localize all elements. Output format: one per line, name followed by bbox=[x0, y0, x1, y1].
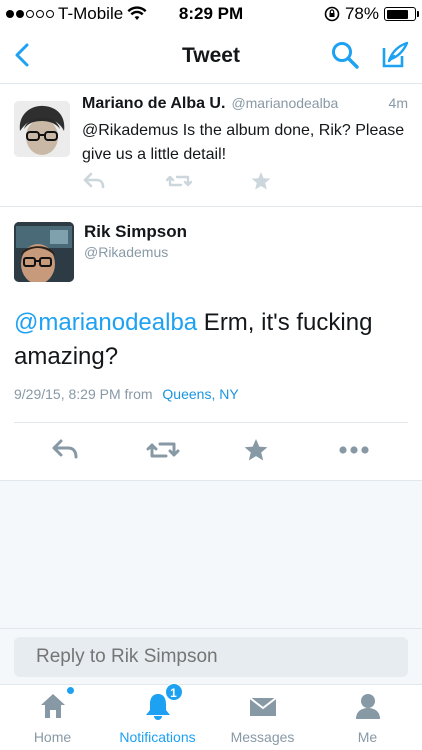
tweet-text: @marianodealba Erm, it's fucking amazing… bbox=[14, 306, 408, 374]
reply-icon[interactable] bbox=[82, 171, 106, 191]
search-icon[interactable] bbox=[330, 40, 360, 70]
author-name[interactable]: Mariano de Alba U. bbox=[82, 95, 225, 113]
battery-percent: 78% bbox=[344, 4, 379, 23]
tweet-header: Mariano de Alba U. @marianodealba 4m bbox=[82, 95, 408, 113]
author-name[interactable]: Rik Simpson bbox=[84, 222, 187, 242]
tab-label: Me bbox=[357, 729, 378, 745]
navigation-bar: Tweet bbox=[0, 28, 422, 84]
avatar[interactable] bbox=[14, 101, 70, 157]
tweet-meta: 9/29/15, 8:29 PM from Queens, NY bbox=[14, 386, 239, 402]
home-icon bbox=[38, 687, 74, 721]
tab-notifications[interactable]: 1 Notifications bbox=[105, 683, 210, 745]
author-handle[interactable]: @Rikademus bbox=[84, 244, 168, 260]
more-options-icon[interactable] bbox=[338, 436, 369, 464]
profile-photo-icon bbox=[14, 222, 74, 282]
profile-photo-icon bbox=[14, 101, 70, 157]
favorite-star-icon[interactable] bbox=[242, 436, 272, 464]
retweet-icon[interactable] bbox=[146, 436, 180, 464]
tab-bar: Home 1 Notifications Messages Me bbox=[0, 683, 422, 750]
new-content-dot bbox=[66, 687, 74, 694]
person-icon bbox=[353, 691, 383, 721]
notification-badge: 1 bbox=[164, 683, 183, 701]
tweet-text: @Rikademus Is the album done, Rik? Pleas… bbox=[82, 122, 405, 163]
retweet-icon[interactable] bbox=[165, 171, 193, 191]
empty-area bbox=[0, 481, 422, 628]
compose-tweet-icon[interactable] bbox=[380, 40, 410, 70]
tweet-actions bbox=[82, 171, 274, 191]
mention-link[interactable]: @marianodealba bbox=[14, 309, 197, 336]
focused-tweet: Rik Simpson @Rikademus @marianodealba Er… bbox=[0, 208, 422, 481]
reply-input[interactable] bbox=[14, 637, 408, 677]
divider bbox=[14, 422, 408, 423]
reply-icon[interactable] bbox=[50, 436, 80, 464]
tweet-timestamp: 9/29/15, 8:29 PM from bbox=[14, 386, 153, 402]
envelope-icon bbox=[248, 691, 278, 721]
tab-label: Messages bbox=[230, 729, 295, 745]
location-link[interactable]: Queens, NY bbox=[162, 386, 238, 402]
tab-messages[interactable]: Messages bbox=[210, 691, 315, 745]
tab-home[interactable]: Home bbox=[0, 687, 105, 745]
status-bar: T-Mobile 8:29 PM 78% bbox=[0, 0, 422, 28]
parent-tweet[interactable]: Mariano de Alba U. @marianodealba 4m @Ri… bbox=[0, 85, 422, 207]
status-right: 78% bbox=[324, 4, 419, 24]
tweet-age: 4m bbox=[388, 95, 408, 111]
rotation-lock-icon bbox=[324, 6, 340, 22]
author-handle[interactable]: @marianodealba bbox=[231, 95, 338, 111]
tab-label: Home bbox=[33, 729, 72, 745]
favorite-star-icon[interactable] bbox=[250, 171, 274, 191]
battery-icon bbox=[384, 7, 419, 21]
tab-label: Notifications bbox=[119, 729, 196, 745]
bell-icon: 1 bbox=[143, 683, 183, 721]
tab-me[interactable]: Me bbox=[315, 691, 420, 745]
reply-bar bbox=[0, 628, 422, 684]
tweet-actions bbox=[50, 436, 369, 464]
avatar[interactable] bbox=[14, 222, 74, 282]
